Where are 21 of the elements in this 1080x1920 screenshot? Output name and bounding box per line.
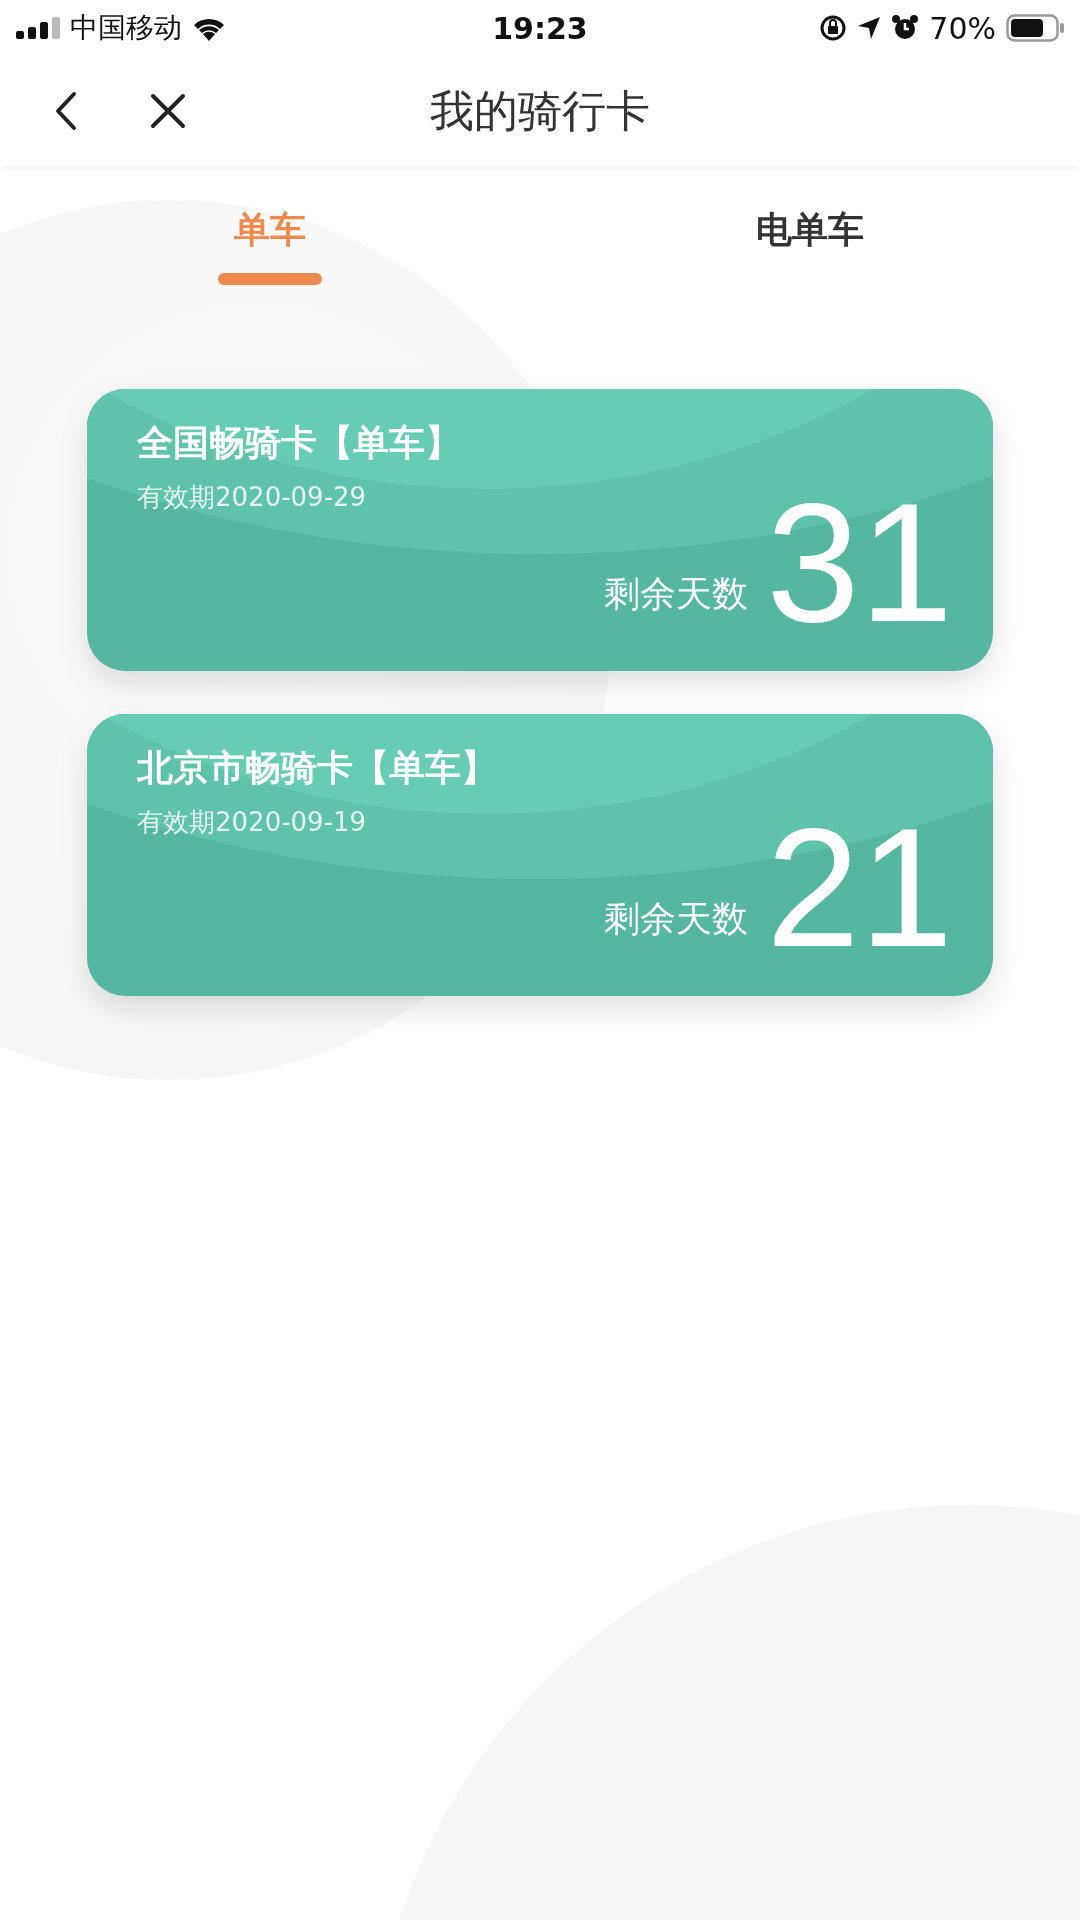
rotation-lock-icon [819,14,848,42]
close-icon [150,93,186,129]
tab[interactable]: 电单车 [756,206,864,255]
tab[interactable]: 单车 [234,206,306,255]
back-icon [54,91,78,131]
card-title: 北京市畅骑卡【单车】 [137,746,497,790]
page-title: 我的骑行卡 [430,83,650,138]
validity-date: 有效期2020-09-29 [137,481,367,514]
signal-icon [16,17,60,39]
battery-icon [1006,14,1064,42]
clock-time: 19:23 [492,10,588,46]
remaining-days: 31 [766,493,953,633]
remaining-days-label: 剩余天数 [604,572,749,616]
carrier-name: 中国移动 [70,10,182,46]
location-arrow-icon [857,16,882,40]
battery-percent: 70% [929,10,996,46]
remaining-days-label: 剩余天数 [604,897,749,941]
alarm-icon [891,14,920,42]
validity-date: 有效期2020-09-19 [137,806,367,839]
card-title: 全国畅骑卡【单车】 [137,421,461,465]
remaining-days: 21 [766,818,953,958]
